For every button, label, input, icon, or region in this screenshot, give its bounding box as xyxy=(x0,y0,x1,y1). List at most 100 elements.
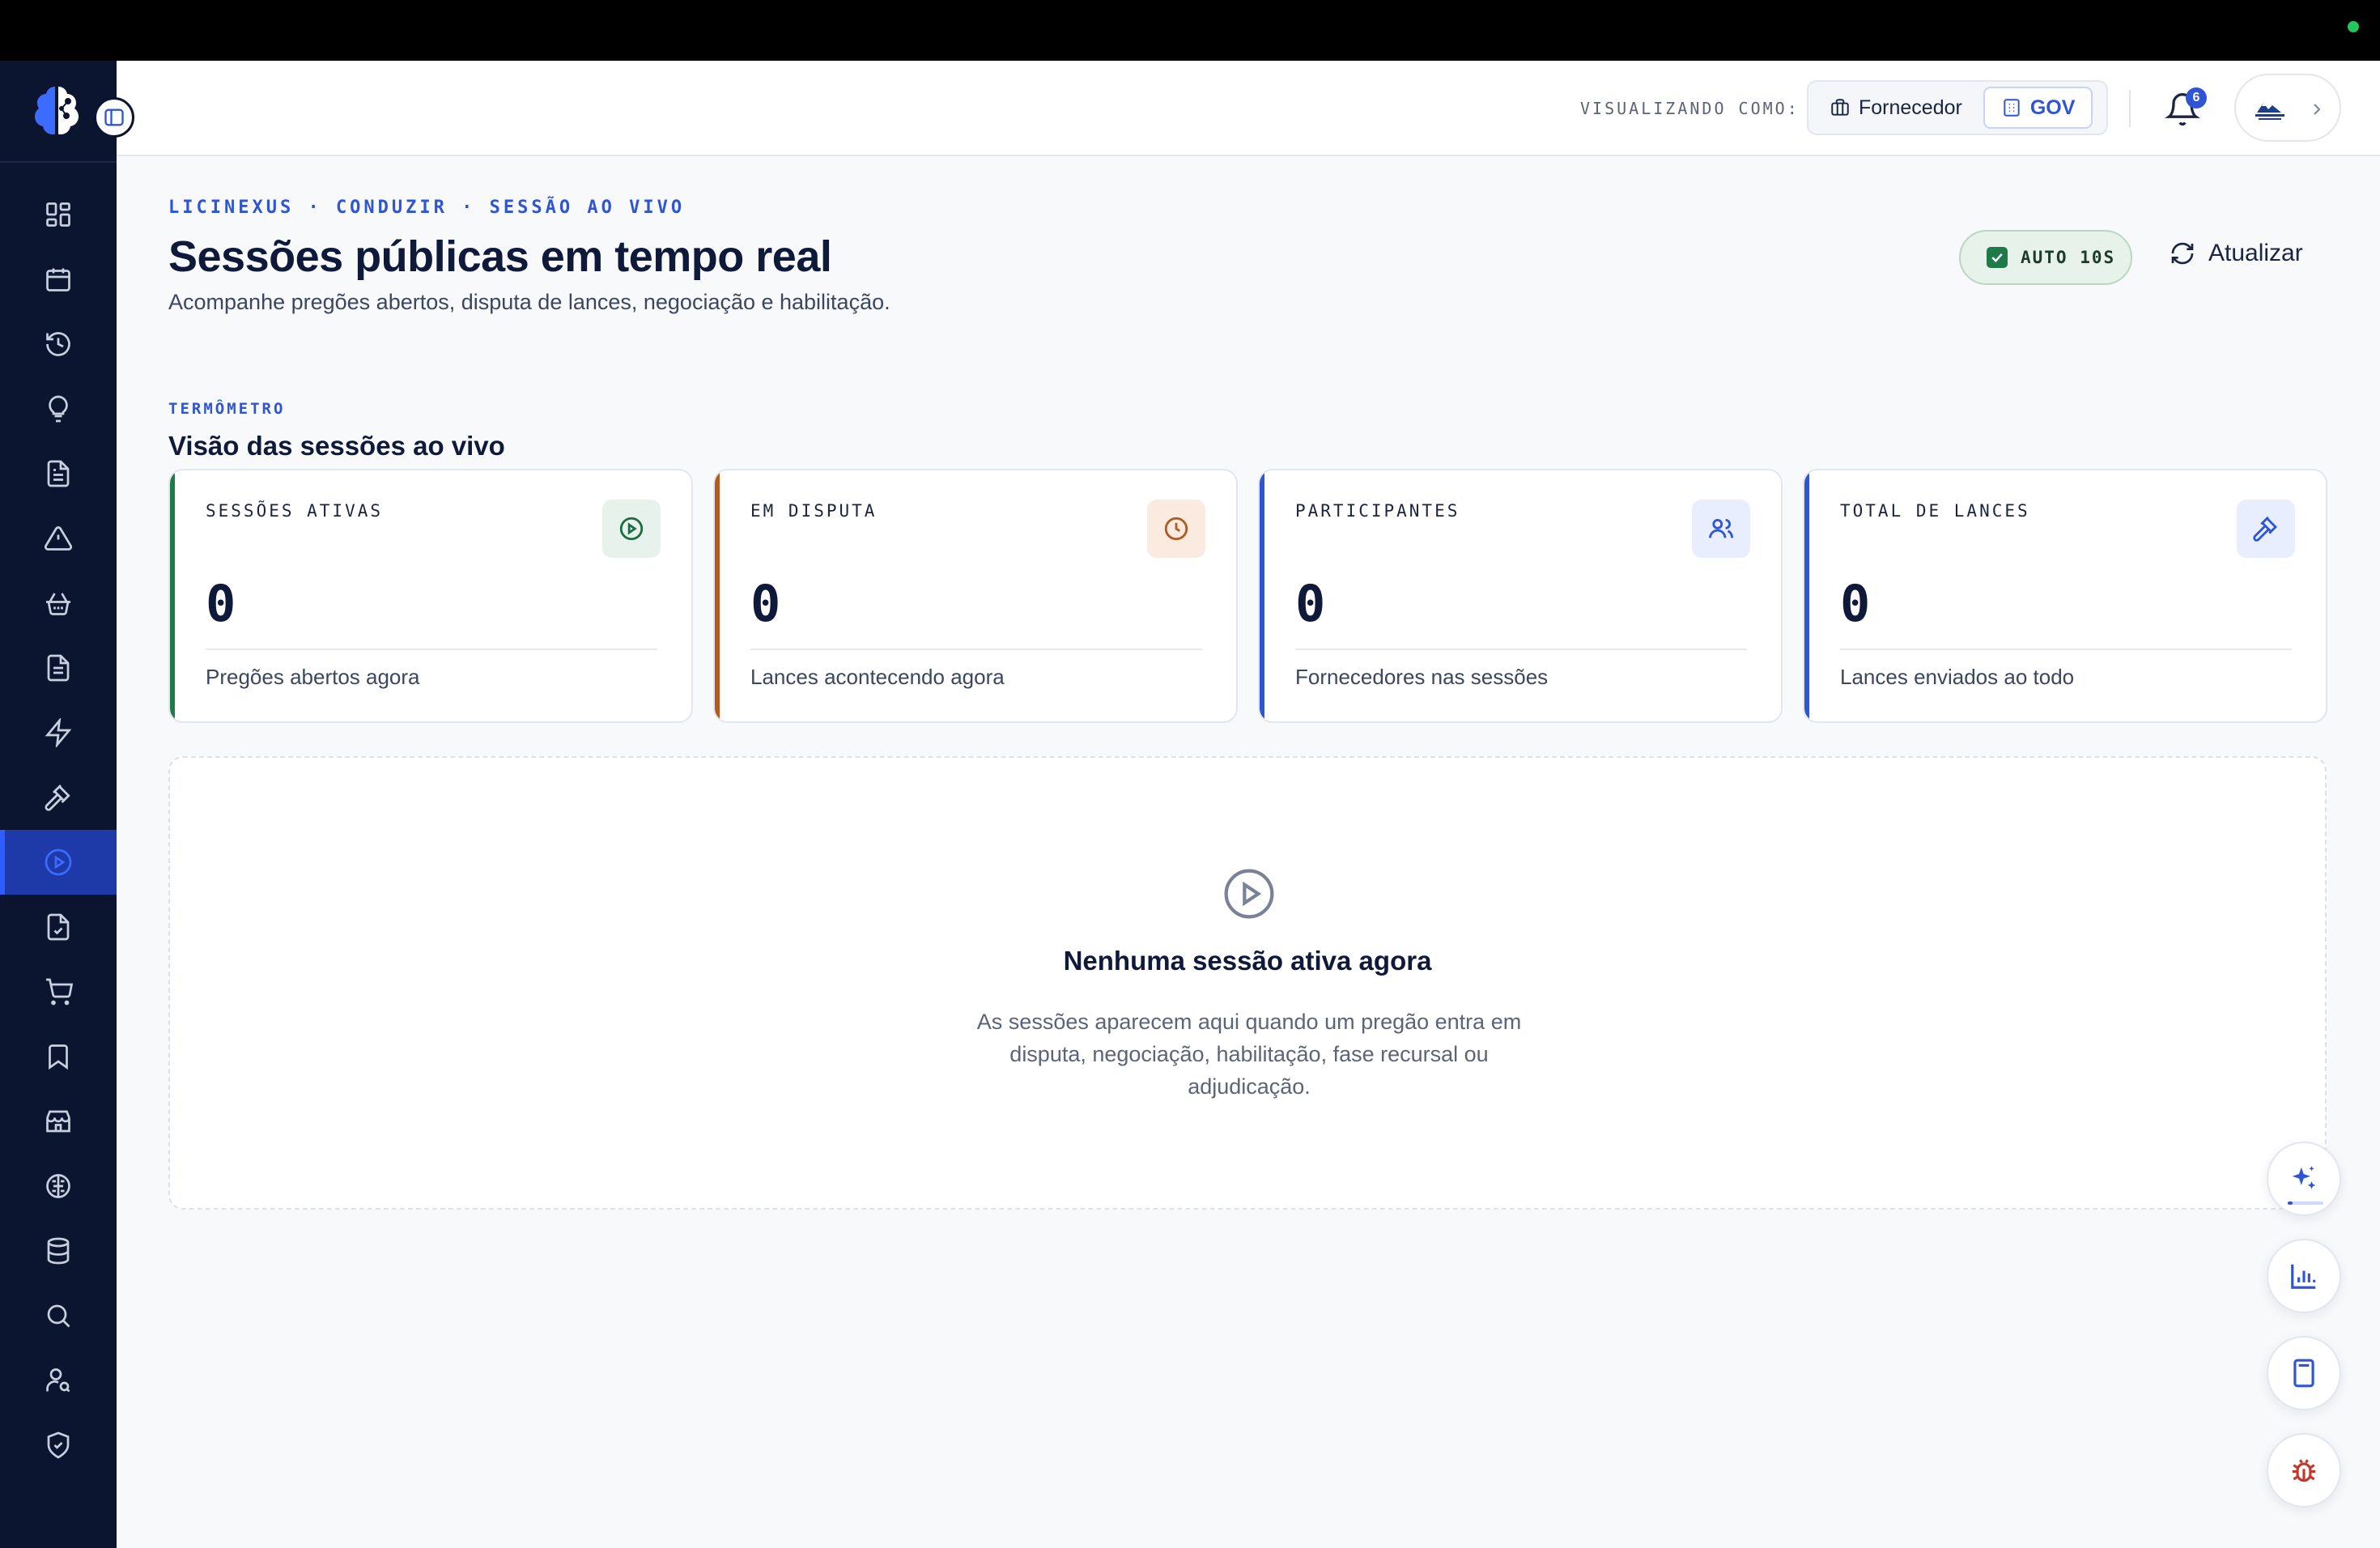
sidebar-item-auctions[interactable] xyxy=(0,765,117,830)
view-mode-toggle: Fornecedor GOV xyxy=(1807,80,2108,135)
sidebar-item-dashboard[interactable] xyxy=(0,182,117,247)
sidebar-item-approvals[interactable] xyxy=(0,895,117,959)
page-subtitle: Acompanhe pregões abertos, disputa de la… xyxy=(168,290,890,314)
stat-card-in-dispute: EM DISPUTA 0 Lances acontecendo agora xyxy=(713,469,1238,723)
users-icon xyxy=(1709,518,1733,538)
stat-divider xyxy=(750,649,1202,650)
header-separator xyxy=(2129,90,2131,127)
sidebar-item-saved[interactable] xyxy=(0,1024,117,1089)
stat-description: Pregões abertos agora xyxy=(206,665,420,689)
view-option-gov[interactable]: GOV xyxy=(1983,87,2093,129)
sidebar-item-quick[interactable] xyxy=(0,700,117,765)
play-circle-icon xyxy=(1224,869,1274,919)
sidebar-divider xyxy=(0,161,117,163)
stat-card-total-bids: TOTAL DE LANCES 0 Lances enviados ao tod… xyxy=(1803,469,2327,723)
profile-menu-button[interactable] xyxy=(2234,74,2341,142)
stat-divider xyxy=(1295,649,1747,650)
sidebar-item-basket[interactable] xyxy=(0,571,117,636)
auto-refresh-toggle[interactable]: AUTO 10S xyxy=(1959,230,2132,285)
stat-card-active-sessions: SESSÕES ATIVAS 0 Pregões abertos agora xyxy=(168,469,693,723)
sidebar-item-cart[interactable] xyxy=(0,959,117,1024)
system-top-bar xyxy=(0,0,2380,61)
breadcrumb: LICINEXUS · CONDUZIR · SESSÃO AO VIVO xyxy=(168,198,686,218)
app-header: VISUALIZANDO COMO: Fornecedor GOV xyxy=(117,61,2380,156)
panel-icon xyxy=(104,108,124,126)
refresh-label: Atualizar xyxy=(2208,240,2303,266)
view-option-fornecedor[interactable]: Fornecedor xyxy=(1813,87,1978,129)
database-icon xyxy=(47,1237,70,1265)
stat-divider xyxy=(1840,649,2292,650)
sidebar-item-search[interactable] xyxy=(0,1283,117,1348)
stat-icon-box xyxy=(1147,500,1205,558)
calculator-button[interactable] xyxy=(2267,1336,2341,1410)
sidebar-item-users[interactable] xyxy=(0,1348,117,1413)
building-icon xyxy=(2004,99,2020,117)
auto-refresh-checkbox[interactable] xyxy=(1987,247,2008,268)
card-accent xyxy=(715,470,720,721)
stat-label: SESSÕES ATIVAS xyxy=(206,501,384,521)
dashboard-icon xyxy=(46,202,70,227)
sidebar-item-alerts[interactable] xyxy=(0,506,117,571)
page-title: Sessões públicas em tempo real xyxy=(168,232,832,281)
auto-refresh-label: AUTO 10S xyxy=(2021,248,2116,267)
card-accent xyxy=(1804,470,1809,721)
stat-icon-box xyxy=(602,500,661,558)
calendar-icon xyxy=(46,268,70,291)
store-icon xyxy=(46,1110,70,1133)
card-accent xyxy=(1260,470,1264,721)
brain-logo-icon[interactable] xyxy=(31,83,83,137)
stat-description: Fornecedores nas sessões xyxy=(1295,665,1549,689)
sidebar-item-database[interactable] xyxy=(0,1218,117,1283)
sidebar-item-ai[interactable] xyxy=(0,1154,117,1218)
document-icon xyxy=(47,460,70,487)
stat-value: 0 xyxy=(1295,574,1326,633)
sidebar-item-calendar[interactable] xyxy=(0,247,117,312)
sidebar-item-store[interactable] xyxy=(0,1089,117,1154)
ai-progress-bar xyxy=(2288,1201,2323,1205)
stat-value: 0 xyxy=(1840,574,1871,633)
stat-label: EM DISPUTA xyxy=(750,501,878,521)
sidebar-item-history[interactable] xyxy=(0,312,117,376)
empty-state-description: As sessões aparecem aqui quando um pregã… xyxy=(976,1010,1522,1099)
file-text-icon xyxy=(47,654,70,682)
refresh-button[interactable]: Atualizar xyxy=(2170,240,2303,267)
cart-icon xyxy=(46,978,73,1006)
notification-badge: 6 xyxy=(2186,87,2207,108)
sparkles-icon xyxy=(2292,1166,2316,1189)
view-option-label: GOV xyxy=(2029,96,2076,119)
stat-icon-box xyxy=(1692,500,1750,558)
refresh-icon xyxy=(2171,242,2194,265)
sidebar-item-live-session[interactable] xyxy=(0,830,117,895)
section-title: Visão das sessões ao vivo xyxy=(168,431,505,461)
section-eyebrow: TERMÔMETRO xyxy=(168,400,286,418)
gavel-icon xyxy=(45,785,70,811)
briefcase-icon xyxy=(1831,99,1849,116)
calculator-icon xyxy=(2293,1359,2314,1388)
sidebar-item-files[interactable] xyxy=(0,636,117,700)
bookmark-icon xyxy=(49,1044,68,1070)
sidebar-item-security[interactable] xyxy=(0,1413,117,1478)
stat-label: PARTICIPANTES xyxy=(1295,501,1460,521)
sidebar-item-documents[interactable] xyxy=(0,441,117,506)
chevron-right-icon xyxy=(2314,104,2321,115)
bug-icon xyxy=(2292,1459,2316,1482)
brain-icon xyxy=(46,1174,70,1198)
empty-state-panel: Nenhuma sessão ativa agora As sessões ap… xyxy=(168,756,2327,1210)
sidebar-collapse-button[interactable] xyxy=(94,97,134,138)
bar-chart-icon xyxy=(2291,1264,2316,1289)
lightbulb-icon xyxy=(49,395,68,423)
sidebar-item-ideas[interactable] xyxy=(0,376,117,441)
stat-icon-box xyxy=(2237,500,2295,558)
shield-check-icon xyxy=(47,1431,70,1459)
stat-value: 0 xyxy=(750,574,781,633)
avatar xyxy=(2255,103,2284,120)
bug-report-button[interactable] xyxy=(2267,1433,2341,1508)
play-circle-icon xyxy=(45,848,72,876)
analytics-button[interactable] xyxy=(2267,1239,2341,1313)
clock-icon xyxy=(1164,517,1188,541)
ai-assistant-button[interactable] xyxy=(2267,1142,2341,1216)
file-check-icon xyxy=(47,913,70,941)
card-accent xyxy=(170,470,175,721)
stat-card-participants: PARTICIPANTES 0 Fornecedores nas sessões xyxy=(1258,469,1783,723)
search-icon xyxy=(47,1304,70,1328)
